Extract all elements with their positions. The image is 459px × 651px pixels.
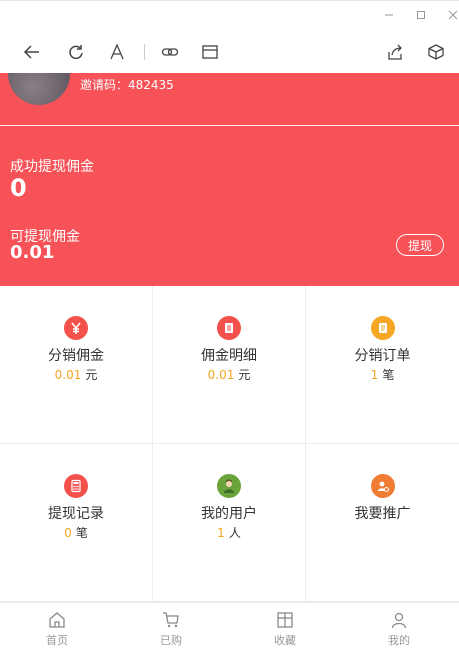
grid-item-unit: 笔 xyxy=(382,368,395,382)
grid-item-my-users[interactable]: 我的用户 1人 xyxy=(153,444,306,602)
available-commission-value: 0.01 xyxy=(10,242,55,263)
grid-item-unit: 元 xyxy=(85,368,98,382)
link-icon[interactable] xyxy=(158,40,182,64)
order-icon xyxy=(370,316,395,340)
success-commission-value: 0 xyxy=(10,174,27,202)
grid-item-sub: 1笔 xyxy=(306,366,459,383)
yuan-icon xyxy=(64,316,88,340)
tab-purchased[interactable]: 已购 xyxy=(114,603,228,651)
grid-item-withdraw-records[interactable]: 提现记录 0笔 xyxy=(0,444,153,602)
grid-item-number: 1 xyxy=(217,526,225,540)
tab-favorites[interactable]: 收藏 xyxy=(228,603,342,651)
invite-code: 邀请码：482435 xyxy=(80,78,174,92)
toolbar-divider xyxy=(144,44,145,60)
grid-item-title: 佣金明细 xyxy=(201,348,257,364)
withdraw-button[interactable]: 提现 xyxy=(396,234,444,256)
grid-item-sub: 0笔 xyxy=(0,524,152,541)
cart-icon xyxy=(163,612,179,628)
avatar-clip xyxy=(0,73,90,113)
grid-item-number: 0.01 xyxy=(207,368,235,382)
user-avatar-icon xyxy=(217,474,241,498)
function-grid: 分销佣金 0.01 元 佣金明细 0.01 元 分销订单 1笔 提现记录 0笔 我的… xyxy=(0,286,459,602)
favorite-box-icon xyxy=(277,612,293,628)
profile-icon xyxy=(391,612,407,629)
avatar[interactable] xyxy=(8,73,70,105)
grid-item-unit: 元 xyxy=(238,368,251,382)
tab-label: 我的 xyxy=(388,634,410,647)
grid-item-title: 我的用户 xyxy=(201,506,257,522)
home-icon xyxy=(49,612,65,628)
detail-icon xyxy=(217,316,241,340)
tab-label: 首页 xyxy=(46,634,68,647)
refresh-icon[interactable] xyxy=(64,40,88,64)
grid-item-title: 分销佣金 xyxy=(48,348,104,364)
tab-label: 已购 xyxy=(160,634,182,647)
maximize-icon[interactable] xyxy=(412,6,430,24)
tab-label: 收藏 xyxy=(274,634,296,647)
minimize-icon[interactable] xyxy=(380,6,398,24)
promote-icon xyxy=(370,474,395,498)
grid-item-sub: 0.01 元 xyxy=(153,366,305,383)
bottom-tab-bar: 首页 已购 收藏 我的 xyxy=(0,602,459,650)
window-icon[interactable] xyxy=(198,40,222,64)
grid-item-title: 分销订单 xyxy=(354,348,411,364)
grid-item-number: 0 xyxy=(64,526,72,540)
header-divider xyxy=(0,125,459,126)
grid-item-unit: 笔 xyxy=(75,526,88,540)
grid-item-title: 提现记录 xyxy=(48,506,104,522)
grid-item-number: 0.01 xyxy=(54,368,82,382)
cube-icon[interactable] xyxy=(424,40,448,64)
tab-home[interactable]: 首页 xyxy=(0,603,114,651)
grid-item-title: 我要推广 xyxy=(354,506,411,522)
window-titlebar xyxy=(0,0,459,30)
grid-item-distribution-orders[interactable]: 分销订单 1笔 xyxy=(306,286,459,444)
grid-item-unit: 人 xyxy=(228,526,241,540)
grid-item-number: 1 xyxy=(370,368,379,382)
grid-item-commission-detail[interactable]: 佣金明细 0.01 元 xyxy=(153,286,306,444)
grid-item-sub: 1人 xyxy=(153,524,305,541)
grid-item-sub: 0.01 元 xyxy=(0,366,152,383)
text-size-icon[interactable] xyxy=(105,40,129,64)
calculator-icon xyxy=(64,474,88,498)
close-icon[interactable] xyxy=(444,6,459,24)
back-arrow-icon[interactable] xyxy=(20,40,44,64)
tab-mine[interactable]: 我的 xyxy=(342,603,456,651)
grid-item-distribution-commission[interactable]: 分销佣金 0.01 元 xyxy=(0,286,153,444)
browser-toolbar xyxy=(0,30,459,74)
success-commission-label: 成功提现佣金 xyxy=(10,159,94,175)
grid-item-promote[interactable]: 我要推广 xyxy=(306,444,459,602)
share-icon[interactable] xyxy=(383,40,407,64)
